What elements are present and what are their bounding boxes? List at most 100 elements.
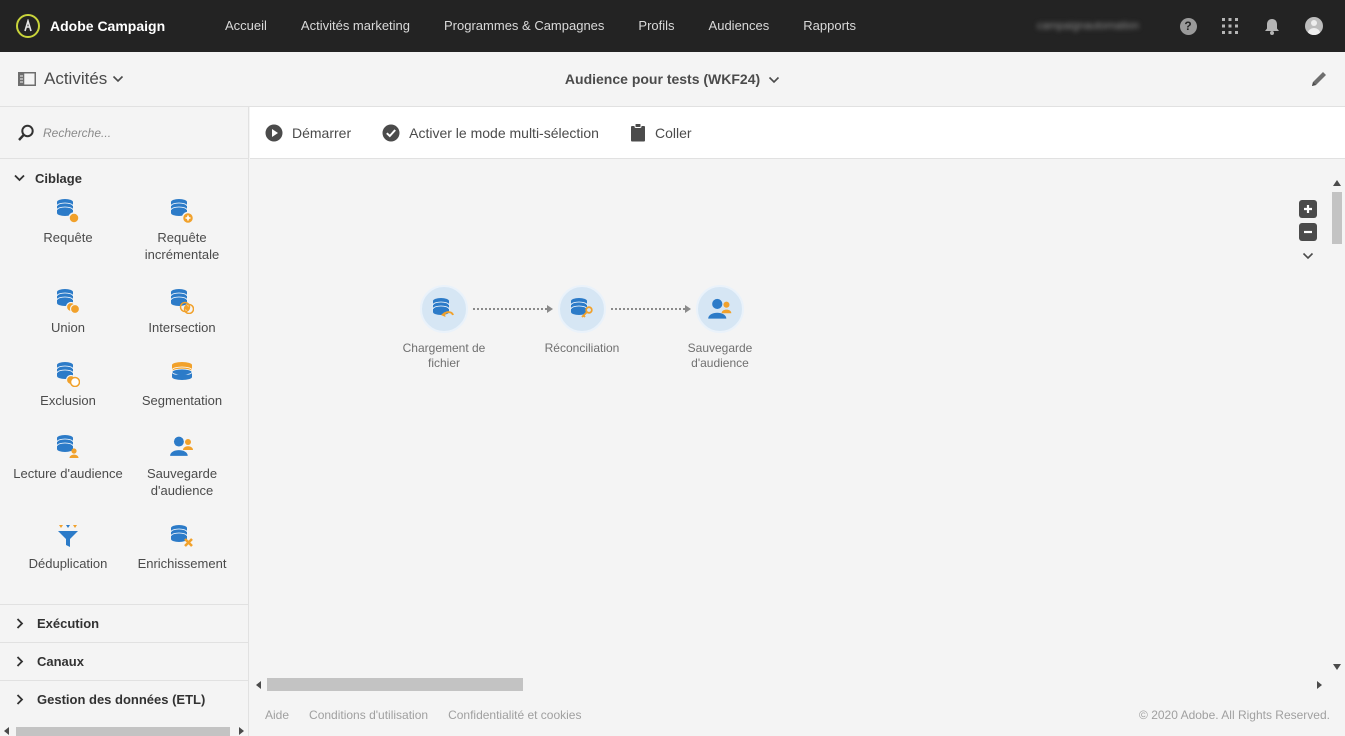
node-label: Sauvegarde d'audience xyxy=(687,341,753,370)
copyright-text: © 2020 Adobe. All Rights Reserved. xyxy=(1139,707,1330,722)
scroll-left-arrow-icon[interactable] xyxy=(4,727,10,735)
activity-label: Déduplication xyxy=(28,556,108,571)
activity-label: Segmentation xyxy=(141,393,223,408)
deduplication-icon xyxy=(55,523,81,551)
checkmark-circle-icon xyxy=(382,124,400,141)
workflow-canvas[interactable]: Chargement de fichier Réconciliation Sau… xyxy=(250,159,1328,677)
chevron-right-icon xyxy=(16,694,24,705)
nav-item-programs-campaigns[interactable]: Programmes & Campagnes xyxy=(427,0,621,52)
activity-incremental-query[interactable]: Requête incrémentale xyxy=(125,197,239,287)
scroll-thumb[interactable] xyxy=(16,727,230,736)
activity-exclusion[interactable]: Exclusion xyxy=(11,360,125,433)
multiselect-label: Activer le mode multi-sélection xyxy=(409,124,599,141)
section-label: Ciblage xyxy=(35,170,82,186)
page-footer: Aide Conditions d'utilisation Confidenti… xyxy=(250,693,1345,736)
help-icon[interactable]: ? xyxy=(1179,17,1197,35)
palette-horizontal-scrollbar[interactable] xyxy=(0,724,248,736)
activity-label: Union xyxy=(51,320,85,335)
workflow-title-container: Audience pour tests (WKF24) xyxy=(0,52,1345,106)
brand[interactable]: Adobe Campaign xyxy=(0,14,208,38)
top-right-controls: campaignautomation ? xyxy=(1037,0,1323,52)
activity-read-audience[interactable]: Lecture d'audience xyxy=(11,433,125,523)
chevron-down-icon xyxy=(14,174,25,182)
scroll-left-arrow-icon[interactable] xyxy=(256,681,262,689)
search-icon xyxy=(18,124,34,141)
file-load-icon xyxy=(420,285,468,333)
section-label: Gestion des données (ETL) xyxy=(37,692,206,707)
scroll-thumb[interactable] xyxy=(1332,192,1342,244)
save-audience-icon xyxy=(169,433,195,461)
activity-segmentation[interactable]: Segmentation xyxy=(125,360,239,433)
section-label: Exécution xyxy=(37,616,100,631)
workflow-header-bar: Activités Audience pour tests (WKF24) xyxy=(0,52,1345,107)
activity-label: Intersection xyxy=(148,320,216,335)
multiselect-button[interactable]: Activer le mode multi-sélection xyxy=(382,124,599,142)
scroll-down-arrow-icon[interactable] xyxy=(1333,664,1341,670)
nav-item-reports[interactable]: Rapports xyxy=(786,0,873,52)
nav-item-accueil[interactable]: Accueil xyxy=(208,0,284,52)
workflow-title-text: Audience pour tests (WKF24) xyxy=(564,71,761,87)
segmentation-icon xyxy=(169,360,195,388)
chevron-down-icon[interactable] xyxy=(1302,252,1314,260)
canvas-vertical-scrollbar[interactable] xyxy=(1328,176,1345,676)
scroll-thumb[interactable] xyxy=(267,678,523,691)
section-execution[interactable]: Exécution xyxy=(0,604,248,642)
activity-save-audience[interactable]: Sauvegarde d'audience xyxy=(125,433,239,523)
section-data-management[interactable]: Gestion des données (ETL) xyxy=(0,680,248,718)
canvas-horizontal-scrollbar[interactable] xyxy=(250,677,1328,693)
activity-query[interactable]: Requête xyxy=(11,197,125,287)
panel-toggle-icon xyxy=(18,72,36,86)
activity-label: Sauvegarde d'audience xyxy=(146,466,218,498)
workflow-node-save-audience[interactable]: Sauvegarde d'audience xyxy=(660,285,780,371)
activity-label: Requête xyxy=(43,230,93,245)
footer-link-privacy[interactable]: Confidentialité et cookies xyxy=(448,708,581,722)
user-name[interactable]: campaignautomation xyxy=(1037,20,1139,32)
chevron-right-icon xyxy=(16,618,24,629)
activity-label: Enrichissement xyxy=(137,556,227,571)
node-label: Chargement de fichier xyxy=(402,341,486,370)
section-ciblage[interactable]: Ciblage xyxy=(0,159,248,197)
paste-button[interactable]: Coller xyxy=(630,123,692,142)
activities-panel-toggle[interactable]: Activités xyxy=(18,52,124,106)
zoom-out-icon[interactable] xyxy=(1299,223,1317,241)
workflow-node-reconciliation[interactable]: Réconciliation xyxy=(522,285,642,356)
search-input[interactable] xyxy=(43,125,233,140)
notifications-bell-icon[interactable] xyxy=(1263,17,1281,35)
user-avatar-icon[interactable] xyxy=(1305,17,1323,35)
union-icon xyxy=(55,287,81,315)
footer-link-terms[interactable]: Conditions d'utilisation xyxy=(309,708,428,722)
nav-item-marketing-activities[interactable]: Activités marketing xyxy=(284,0,427,52)
scroll-up-arrow-icon[interactable] xyxy=(1333,180,1341,186)
activities-palette: Ciblage Requête Requête incrémentale Uni… xyxy=(0,107,249,736)
activity-deduplication[interactable]: Déduplication xyxy=(11,523,125,596)
activity-label: Exclusion xyxy=(40,393,96,408)
activity-union[interactable]: Union xyxy=(11,287,125,360)
app-name: Adobe Campaign xyxy=(50,18,166,34)
workflow-title[interactable]: Audience pour tests (WKF24) xyxy=(565,71,780,87)
section-label: Canaux xyxy=(37,654,84,669)
nav-item-profiles[interactable]: Profils xyxy=(621,0,691,52)
clipboard-icon xyxy=(630,123,645,142)
start-label: Démarrer xyxy=(292,124,352,141)
incremental-query-icon xyxy=(169,197,195,225)
scroll-right-arrow-icon[interactable] xyxy=(1316,681,1322,689)
nav-item-audiences[interactable]: Audiences xyxy=(692,0,787,52)
edit-pencil-icon[interactable] xyxy=(1309,69,1329,89)
section-channels[interactable]: Canaux xyxy=(0,642,248,680)
chevron-down-icon xyxy=(113,75,124,83)
activity-intersection[interactable]: Intersection xyxy=(125,287,239,360)
activity-grid: Requête Requête incrémentale Union Inter… xyxy=(0,197,248,604)
footer-link-help[interactable]: Aide xyxy=(265,708,289,722)
zoom-in-icon[interactable] xyxy=(1299,200,1317,218)
start-button[interactable]: Démarrer xyxy=(265,124,351,142)
workflow-node-file-load[interactable]: Chargement de fichier xyxy=(384,285,504,371)
chevron-right-icon xyxy=(16,656,24,667)
scroll-right-arrow-icon[interactable] xyxy=(238,727,244,735)
exclusion-icon xyxy=(55,360,81,388)
activity-search xyxy=(0,107,248,159)
node-label: Réconciliation xyxy=(544,341,620,355)
intersection-icon xyxy=(169,287,195,315)
activity-enrichment[interactable]: Enrichissement xyxy=(125,523,239,596)
app-grid-icon[interactable] xyxy=(1221,17,1239,35)
activities-label: Activités xyxy=(44,69,108,88)
